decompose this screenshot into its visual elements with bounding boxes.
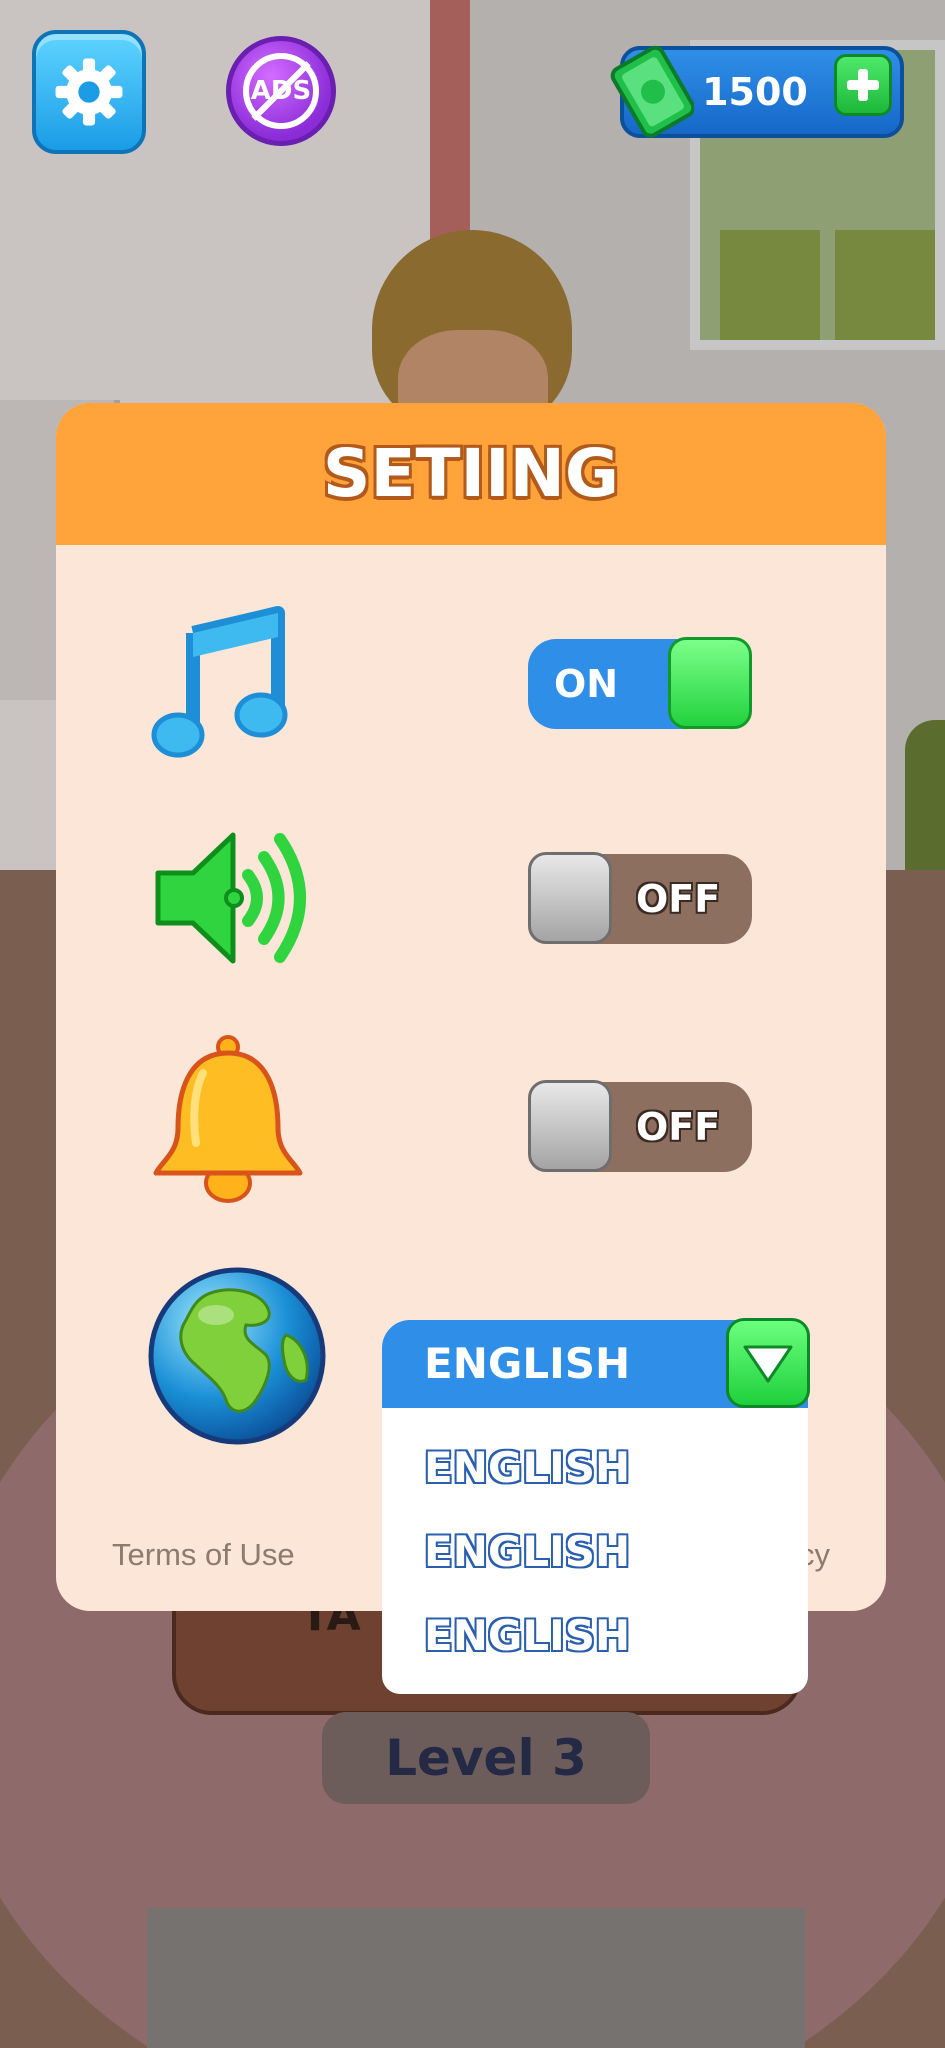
window-pane (835, 230, 935, 340)
notifications-toggle-label: OFF (636, 1105, 721, 1149)
cash-value: 1500 (702, 70, 808, 114)
language-option[interactable]: ENGLISH (382, 1510, 808, 1594)
sound-toggle-label: OFF (636, 877, 721, 921)
cash-icon (610, 45, 694, 138)
terms-of-use-link[interactable]: Terms of Use (112, 1537, 295, 1573)
language-option[interactable]: ENGLISH (382, 1426, 808, 1510)
toggle-knob (528, 852, 612, 944)
settings-title: SETIING (322, 435, 620, 512)
ad-banner (147, 1908, 805, 2048)
music-note-icon (151, 606, 288, 758)
no-ads-button[interactable]: ADS (226, 36, 336, 146)
toggle-knob (528, 1080, 612, 1172)
add-cash-button[interactable] (834, 54, 892, 116)
globe-icon (148, 1267, 326, 1445)
settings-button[interactable] (32, 30, 146, 154)
dropdown-toggle-button[interactable] (726, 1318, 810, 1408)
language-selected-label: ENGLISH (424, 1339, 631, 1388)
no-ads-icon: ADS (243, 53, 319, 129)
language-selected[interactable]: ENGLISH (382, 1318, 810, 1408)
language-options-list: ENGLISH ENGLISH ENGLISH (382, 1408, 808, 1694)
speaker-icon (155, 832, 306, 964)
gear-icon (55, 58, 123, 126)
toggle-knob (668, 637, 752, 729)
level-label: Level 3 (385, 1729, 587, 1787)
plus-icon (847, 69, 879, 101)
language-option[interactable]: ENGLISH (382, 1594, 808, 1678)
music-toggle-label: ON (554, 662, 619, 706)
sound-toggle[interactable]: OFF (528, 852, 752, 944)
window-pane (720, 230, 820, 340)
bell-icon (153, 1035, 303, 1203)
notifications-toggle[interactable]: OFF (528, 1080, 752, 1172)
language-dropdown[interactable]: ENGLISH ENGLISH ENGLISH ENGLISH (382, 1318, 810, 1694)
chevron-down-icon (743, 1345, 793, 1383)
music-toggle[interactable]: ON (528, 637, 752, 729)
